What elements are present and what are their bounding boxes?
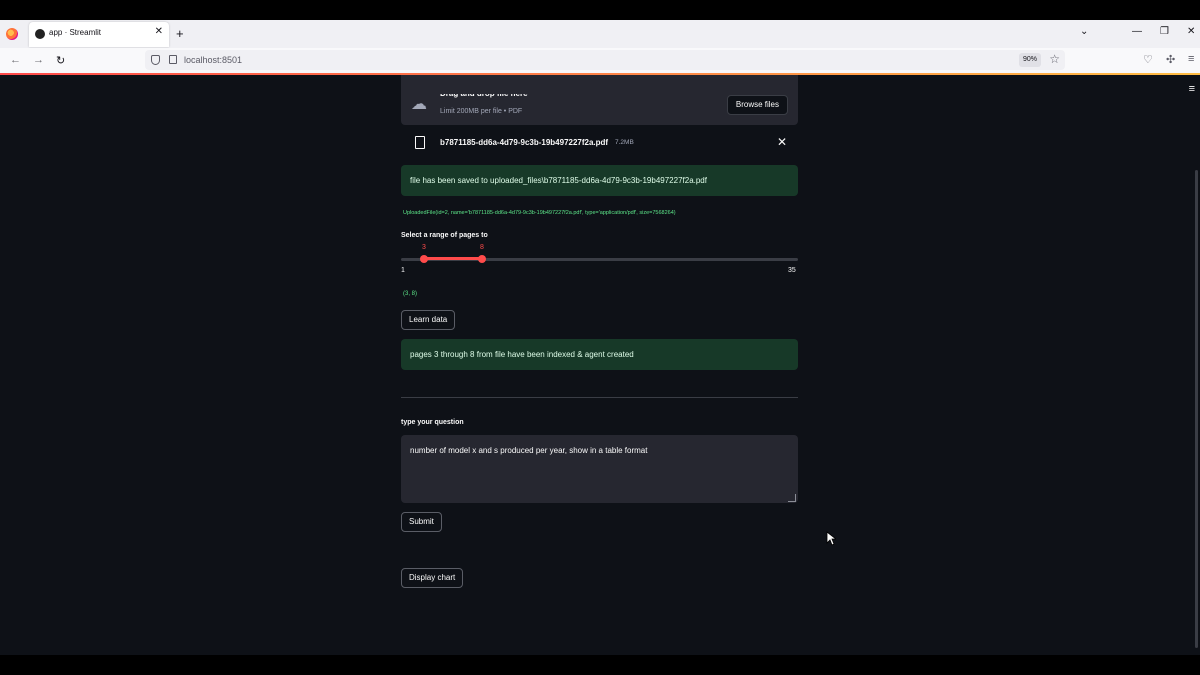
minimize-icon[interactable]: — [1132, 26, 1142, 37]
slider-min-label: 1 [401, 267, 405, 274]
upload-limit-text: Limit 200MB per file • PDF [440, 108, 523, 115]
question-textarea[interactable]: number of model x and s produced per yea… [401, 435, 798, 503]
reload-icon[interactable]: ↻ [56, 54, 65, 67]
uploaded-file-name: b7871185-dd6a-4d79-9c3b-19b497227f2a.pdf [440, 138, 609, 147]
submit-button[interactable]: Submit [401, 512, 442, 532]
scrollbar[interactable] [1195, 170, 1198, 648]
browser-toolbar: ← → ↻ localhost:8501 90% ☆ ♡ ✣ ≡ [0, 48, 1200, 73]
uploaded-file-size: 7.2MB [615, 139, 634, 146]
extensions-icon[interactable]: ✣ [1166, 53, 1175, 66]
list-all-tabs-icon[interactable]: ⌄ [1080, 26, 1088, 37]
main-menu-icon[interactable]: ≡ [1189, 83, 1195, 95]
drop-instructions: Drag and drop file here [440, 89, 528, 98]
success-alert-saved: file has been saved to uploaded_files\b7… [401, 165, 798, 196]
forward-icon[interactable]: → [33, 54, 44, 66]
app-menu-icon[interactable]: ≡ [1188, 53, 1194, 65]
slider-low-value: 3 [422, 244, 426, 251]
url-text: localhost:8501 [184, 55, 243, 65]
url-bar[interactable]: localhost:8501 90% ☆ [145, 50, 1065, 70]
mouse-cursor-icon [826, 531, 836, 546]
uploaded-file-row: b7871185-dd6a-4d79-9c3b-19b497227f2a.pdf… [401, 132, 798, 154]
back-icon[interactable]: ← [10, 54, 21, 66]
tracking-shield-icon[interactable] [151, 55, 160, 65]
slider-high-thumb[interactable] [478, 255, 486, 263]
slider-low-thumb[interactable] [420, 255, 428, 263]
screen: app · Streamlit ✕ + ⌄ — ❐ ✕ ← → ↻ localh… [0, 0, 1200, 675]
slider-label: Select a range of pages to [401, 232, 488, 239]
browser-tab[interactable]: app · Streamlit ✕ [29, 22, 169, 47]
streamlit-favicon-icon [35, 29, 45, 39]
restore-icon[interactable]: ❐ [1160, 26, 1169, 37]
indexed-message: pages 3 through 8 from file have been in… [410, 350, 634, 359]
streamlit-app: ≡ ☁ Drag and drop file here Limit 200MB … [0, 75, 1200, 655]
slider-selected-range [424, 257, 482, 260]
learn-data-button[interactable]: Learn data [401, 310, 456, 330]
bottom-letterbox [0, 655, 1200, 675]
resize-handle-icon[interactable] [788, 494, 796, 502]
divider [401, 397, 798, 398]
slider-high-value: 8 [480, 244, 484, 251]
firefox-logo-icon [6, 28, 18, 40]
uploaded-file-repr: UploadedFile(id=2, name='b7871185-dd6a-4… [403, 210, 676, 216]
success-alert-indexed: pages 3 through 8 from file have been in… [401, 339, 798, 370]
zoom-level-badge[interactable]: 90% [1018, 53, 1041, 67]
page-icon[interactable] [169, 55, 177, 64]
new-tab-icon[interactable]: + [176, 26, 184, 41]
file-icon [415, 136, 425, 149]
browse-files-button[interactable]: Browse files [726, 95, 788, 115]
remove-file-icon[interactable]: ✕ [777, 135, 787, 149]
bookmark-star-icon[interactable]: ☆ [1049, 52, 1060, 66]
file-uploader-dropzone[interactable]: ☁ Drag and drop file here Limit 200MB pe… [401, 75, 798, 125]
window-close-icon[interactable]: ✕ [1187, 26, 1195, 37]
display-chart-button[interactable]: Display chart [401, 568, 464, 588]
tab-close-icon[interactable]: ✕ [155, 26, 163, 37]
slider-output: (3, 8) [403, 291, 418, 297]
slider-max-label: 35 [788, 267, 796, 274]
question-label: type your question [401, 419, 464, 426]
tab-title: app · Streamlit [49, 28, 102, 37]
cloud-upload-icon: ☁ [411, 96, 427, 113]
pocket-icon[interactable]: ♡ [1143, 53, 1153, 66]
browser-tab-bar: app · Streamlit ✕ + ⌄ — ❐ ✕ [0, 20, 1200, 48]
saved-message: file has been saved to uploaded_files\b7… [410, 176, 707, 185]
